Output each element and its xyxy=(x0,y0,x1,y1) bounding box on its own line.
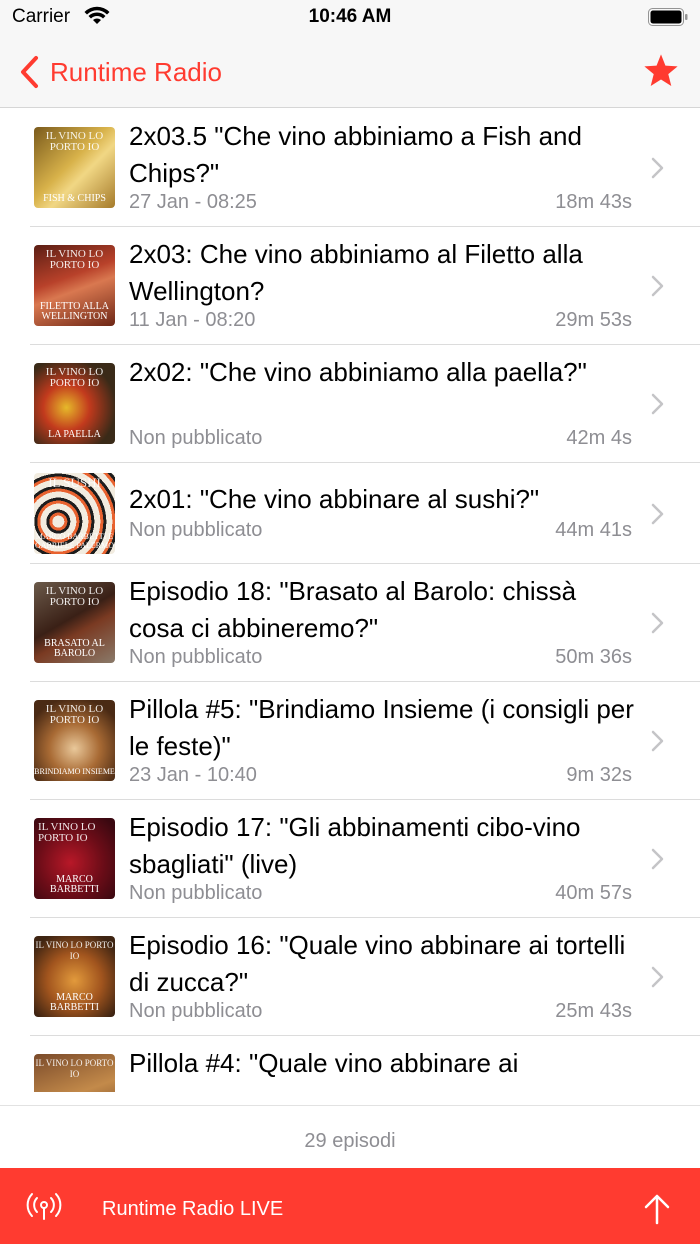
episode-duration: 9m 32s xyxy=(566,764,632,786)
episode-row[interactable]: IL SUSHI MARCO BARBETTI E GABRIELE PALER… xyxy=(0,463,700,564)
episode-duration: 18m 43s xyxy=(555,191,632,213)
episode-title: 2x03.5 "Che vino abbiniamo a Fish and Ch… xyxy=(129,121,582,188)
arrow-up-icon[interactable] xyxy=(642,1192,672,1226)
episode-meta: 23 Jan - 10:40 9m 32s xyxy=(129,764,632,787)
episode-artwork: IL VINO LO PORTO IO MARCO BARBETTI xyxy=(34,818,115,899)
artwork-title: IL SUSHI xyxy=(48,475,101,490)
episode-title: Episodio 17: "Gli abbinamenti cibo-vino … xyxy=(129,812,581,879)
episode-artwork: IL VINO LO PORTO IO FISH & CHIPS xyxy=(34,127,115,208)
artwork-caption: MARCO BARBETTI xyxy=(50,874,99,895)
chevron-right-icon xyxy=(651,157,664,179)
episode-count: 29 episodi xyxy=(0,1105,700,1168)
clock: 10:46 AM xyxy=(308,6,392,27)
episode-artwork: IL VINO LO PORTO IO LA PAELLA xyxy=(34,363,115,444)
episode-artwork: IL VINO LO PORTO IO BRINDIAMO INSIEME xyxy=(34,700,115,781)
episode-list[interactable]: IL VINO LO PORTO IO FISH & CHIPS 2x03.5 … xyxy=(0,109,700,1092)
episode-duration: 42m 4s xyxy=(566,427,632,449)
episode-date: Non pubblicato xyxy=(129,646,263,668)
episode-date: Non pubblicato xyxy=(129,519,263,541)
episode-artwork: IL SUSHI MARCO BARBETTI E GABRIELE PALER… xyxy=(34,473,115,554)
artwork-title: IL VINO LO PORTO IO xyxy=(38,821,96,844)
chevron-right-icon xyxy=(651,393,664,415)
star-icon[interactable] xyxy=(642,52,680,90)
chevron-right-icon xyxy=(651,612,664,634)
chevron-right-icon xyxy=(651,275,664,297)
episode-artwork: IL VINO LO PORTO IO BRASATO AL BAROLO xyxy=(34,582,115,663)
episode-duration: 29m 53s xyxy=(555,309,632,331)
episode-date: 27 Jan - 08:25 xyxy=(129,191,257,213)
episode-row[interactable]: IL VINO LO PORTO IO MARCO BARBETTI Episo… xyxy=(0,800,700,918)
episode-title: Episodio 16: "Quale vino abbinare ai tor… xyxy=(129,930,626,997)
episode-row[interactable]: IL VINO LO PORTO IO FILETTO ALLA WELLING… xyxy=(0,227,700,345)
status-bar: Carrier 10:46 AM xyxy=(0,0,700,36)
artwork-caption: MARCO BARBETTI E GABRIELE PALERMO xyxy=(34,532,115,550)
episode-date: Non pubblicato xyxy=(129,1000,263,1022)
artwork-caption: BRINDIAMO INSIEME xyxy=(34,767,115,776)
episode-meta: Non pubblicato 25m 43s xyxy=(129,1000,632,1023)
live-stream-label: Runtime Radio LIVE xyxy=(102,1198,284,1220)
episode-row[interactable]: IL VINO LO PORTO IO MARCO BARBETTI Episo… xyxy=(0,918,700,1036)
artwork-caption: BRASATO AL BAROLO xyxy=(44,638,105,659)
episode-duration: 50m 36s xyxy=(555,646,632,668)
artwork-caption: MARCO BARBETTI xyxy=(50,992,99,1013)
episode-row[interactable]: IL VINO LO PORTO IO BRASATO AL BAROLO Ep… xyxy=(0,564,700,682)
episode-artwork: IL VINO LO PORTO IO xyxy=(34,1054,115,1092)
broadcast-icon xyxy=(26,1193,62,1220)
episode-artwork: IL VINO LO PORTO IO MARCO BARBETTI xyxy=(34,936,115,1017)
chevron-right-icon xyxy=(651,503,664,525)
episode-duration: 40m 57s xyxy=(555,882,632,904)
episode-meta: Non pubblicato 42m 4s xyxy=(129,427,632,450)
episode-title: 2x03: Che vino abbiniamo al Filetto alla… xyxy=(129,239,583,306)
artwork-title: IL VINO LO PORTO IO xyxy=(35,940,114,961)
artwork-title: IL VINO LO PORTO IO xyxy=(35,1058,114,1079)
episode-duration: 44m 41s xyxy=(555,519,632,541)
back-button[interactable]: Runtime Radio xyxy=(18,52,222,92)
episode-date: Non pubblicato xyxy=(129,882,263,904)
chevron-right-icon xyxy=(651,966,664,988)
live-player-bar[interactable]: Runtime Radio LIVE xyxy=(0,1168,700,1244)
episode-row[interactable]: IL VINO LO PORTO IO LA PAELLA 2x02: "Che… xyxy=(0,345,700,463)
episode-date: 23 Jan - 10:40 xyxy=(129,764,257,786)
chevron-right-icon xyxy=(651,848,664,870)
episode-row[interactable]: IL VINO LO PORTO IO BRINDIAMO INSIEME Pi… xyxy=(0,682,700,800)
episode-meta: 27 Jan - 08:25 18m 43s xyxy=(129,191,632,214)
artwork-caption: LA PAELLA xyxy=(48,429,101,440)
episode-meta: Non pubblicato 50m 36s xyxy=(129,646,632,669)
artwork-title: IL VINO LO PORTO IO xyxy=(45,130,104,153)
episode-date: Non pubblicato xyxy=(129,427,263,449)
artwork-title: IL VINO LO PORTO IO xyxy=(45,703,104,726)
episode-row[interactable]: IL VINO LO PORTO IO FISH & CHIPS 2x03.5 … xyxy=(0,109,700,227)
episode-title: Pillola #5: "Brindiamo Insieme (i consig… xyxy=(129,694,634,761)
chevron-right-icon xyxy=(651,730,664,752)
artwork-title: IL VINO LO PORTO IO xyxy=(45,248,104,271)
battery-icon xyxy=(648,8,688,26)
episode-title: Episodio 18: "Brasato al Barolo: chissà … xyxy=(129,576,577,643)
artwork-title: IL VINO LO PORTO IO xyxy=(45,585,104,608)
episode-title: 2x01: "Che vino abbinare al sushi?" xyxy=(129,484,540,514)
episode-artwork: IL VINO LO PORTO IO FILETTO ALLA WELLING… xyxy=(34,245,115,326)
episode-date: 11 Jan - 08:20 xyxy=(129,309,256,331)
episode-title: 2x02: "Che vino abbiniamo alla paella?" xyxy=(129,357,587,387)
navigation-bar: Runtime Radio xyxy=(0,36,700,108)
episode-meta: Non pubblicato 44m 41s xyxy=(129,519,632,542)
episode-duration: 25m 43s xyxy=(555,1000,632,1022)
episode-meta: Non pubblicato 40m 57s xyxy=(129,882,632,905)
episode-meta: 11 Jan - 08:20 29m 53s xyxy=(129,309,632,332)
artwork-caption: FILETTO ALLA WELLINGTON xyxy=(40,301,109,322)
back-button-label: Runtime Radio xyxy=(50,56,222,87)
episode-row[interactable]: IL VINO LO PORTO IO Pillola #4: "Quale v… xyxy=(0,1036,700,1092)
episode-title: Pillola #4: "Quale vino abbinare ai xyxy=(129,1048,519,1078)
artwork-title: IL VINO LO PORTO IO xyxy=(45,366,104,389)
artwork-caption: FISH & CHIPS xyxy=(43,193,106,204)
chevron-left-icon xyxy=(21,56,38,88)
